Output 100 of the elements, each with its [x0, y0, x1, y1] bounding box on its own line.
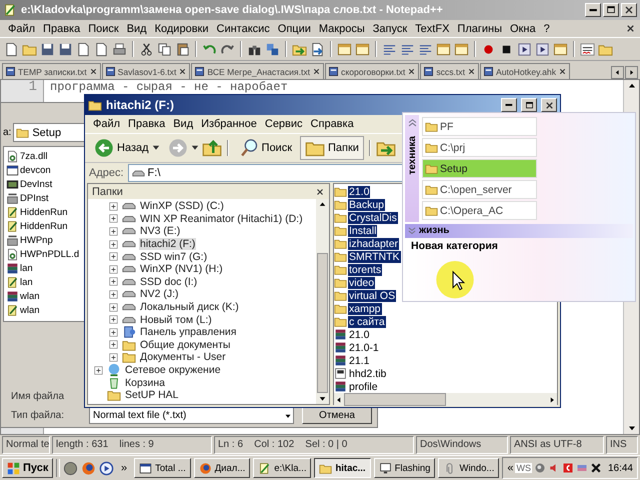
shortcut-item[interactable]: C:\open_server [422, 180, 537, 199]
expand-icon[interactable] [108, 200, 119, 212]
expand-icon[interactable] [108, 264, 119, 275]
tree-item[interactable]: SetUP HAL [124, 389, 180, 402]
maximize-button[interactable] [603, 3, 619, 17]
menu-item[interactable]: Правка [124, 118, 170, 130]
taskbar-button[interactable]: Диал... [194, 458, 250, 478]
tree-item[interactable]: SSD doc (I:) [139, 276, 198, 288]
window-icon[interactable] [553, 42, 568, 56]
file-item[interactable]: torents [348, 264, 382, 276]
caret-icon[interactable] [190, 145, 199, 151]
menu-item[interactable]: Сервис [260, 118, 307, 130]
file-item[interactable]: SMRTNTK [348, 250, 401, 262]
file-item[interactable]: HiddenRun [20, 220, 68, 232]
scissors-icon[interactable] [139, 42, 154, 56]
file-item[interactable]: DPInst [20, 192, 49, 204]
media-play-icon[interactable] [99, 460, 114, 476]
shortcut-item[interactable]: C:\Opera_AC [422, 201, 537, 220]
file-item[interactable]: с сайта [348, 316, 386, 328]
file-tab[interactable]: ВСЕ Мегре_Анастасия.txt [191, 63, 324, 79]
window-icon[interactable] [337, 42, 352, 56]
expand-icon[interactable] [108, 238, 119, 250]
category-bar[interactable]: жизнь [405, 224, 633, 238]
taskbar-button[interactable]: Windo... [438, 458, 500, 478]
menu-item[interactable]: Запуск [368, 22, 412, 34]
file-item[interactable]: 21.0-1 [348, 342, 380, 354]
expand-icon[interactable] [108, 251, 119, 262]
expand-icon[interactable] [108, 226, 119, 237]
tree-item[interactable]: WinXP (SSD) (C:) [139, 200, 225, 212]
document-icon[interactable] [94, 42, 109, 56]
sphere-icon[interactable] [534, 462, 546, 474]
tree-item[interactable]: WIN XP Reanimator (Hitachi1) (D:) [139, 212, 304, 225]
window-icon[interactable] [355, 42, 370, 56]
minimize-button[interactable] [501, 98, 517, 112]
expand-icon[interactable] [108, 302, 119, 313]
menu-item[interactable]: Справка [306, 118, 358, 130]
menu-item[interactable]: Поиск [84, 22, 123, 34]
tab-scroll-left-button[interactable] [611, 66, 624, 79]
file-item[interactable]: xampp [348, 302, 382, 314]
category-strip[interactable]: техника [405, 115, 419, 222]
file-item[interactable]: DevInst [20, 178, 52, 190]
taskbar-button[interactable]: e:\Kla... [253, 458, 312, 478]
file-tab[interactable]: скороговорки.txt [325, 63, 420, 79]
folders-button[interactable]: Папки [300, 136, 364, 160]
tree-item[interactable]: Документы - User [139, 351, 227, 364]
menu-item[interactable]: TextFX [411, 22, 454, 34]
tree-item[interactable]: NV2 (J:) [139, 288, 180, 300]
file-tab[interactable]: Savlasov1-6.txt [102, 63, 190, 79]
menu-item[interactable]: Плагины [453, 22, 506, 34]
copy-icon[interactable] [157, 42, 172, 56]
file-item[interactable]: 21.0 [348, 186, 370, 198]
expand-icon[interactable] [108, 213, 119, 224]
tree-item[interactable]: hitachi2 (F:) [139, 238, 196, 250]
start-button[interactable]: Пуск [2, 458, 54, 478]
disc-icon[interactable] [63, 460, 78, 476]
file-item[interactable]: Install [348, 224, 378, 236]
menu-item[interactable]: Окна [506, 22, 540, 34]
file-item[interactable]: HiddenRun [20, 206, 68, 218]
quick-launch-more[interactable]: » [117, 462, 132, 474]
tree-item[interactable]: Общие документы [139, 338, 232, 351]
shortcut-item[interactable]: PF [422, 117, 537, 136]
tray-toggle[interactable]: « [507, 462, 514, 474]
cancel-button[interactable]: Отмена [302, 407, 372, 424]
close-icon[interactable] [315, 186, 325, 196]
file-item[interactable]: 21.0 [348, 328, 370, 340]
taskbar-button[interactable]: Total ... [134, 458, 191, 478]
file-item[interactable]: virtual OS [348, 290, 396, 302]
minimize-button[interactable] [585, 3, 601, 17]
tree-item[interactable]: NV3 (E:) [139, 225, 182, 238]
floppy-icon[interactable] [40, 42, 55, 56]
printer-icon[interactable] [112, 42, 127, 56]
menu-item[interactable]: Файл [89, 118, 124, 130]
shortcut-item[interactable]: Setup [422, 159, 537, 178]
window-icon[interactable] [436, 42, 451, 56]
clipboard-icon[interactable] [175, 42, 190, 56]
file-item[interactable]: HWPnp [20, 234, 53, 246]
spellcheck-icon[interactable] [580, 42, 595, 56]
tree-item[interactable]: SSD win7 (G:) [139, 250, 208, 263]
window-icon[interactable] [454, 42, 469, 56]
file-item[interactable]: wlan [20, 304, 40, 316]
replace-icon[interactable] [265, 42, 280, 56]
file-item[interactable]: devcon [20, 164, 51, 176]
tree-item[interactable]: WinXP (NV1) (H:) [139, 263, 224, 276]
file-item[interactable]: Backup [348, 198, 386, 210]
menu-item[interactable]: Файл [4, 22, 40, 34]
tab-scroll-right-button[interactable] [625, 66, 638, 79]
tree-item[interactable]: Сетевое окружение [124, 364, 222, 376]
close-button[interactable] [541, 98, 557, 112]
app-tile-icon[interactable] [562, 462, 574, 474]
document-arrow-icon[interactable] [310, 42, 325, 56]
browser-icon[interactable] [81, 460, 96, 476]
expand-icon[interactable] [108, 339, 119, 350]
menu-item[interactable]: ? [540, 22, 554, 34]
close-icon[interactable] [625, 23, 636, 34]
menu-item[interactable]: Избранное [197, 118, 261, 130]
menu-item[interactable]: Макросы [314, 22, 369, 34]
menu-item[interactable]: Опции [274, 22, 315, 34]
search-button[interactable]: Поиск [234, 136, 298, 160]
taskbar-button[interactable]: Flashing [374, 458, 436, 478]
file-tab[interactable]: sccs.txt [420, 63, 479, 79]
